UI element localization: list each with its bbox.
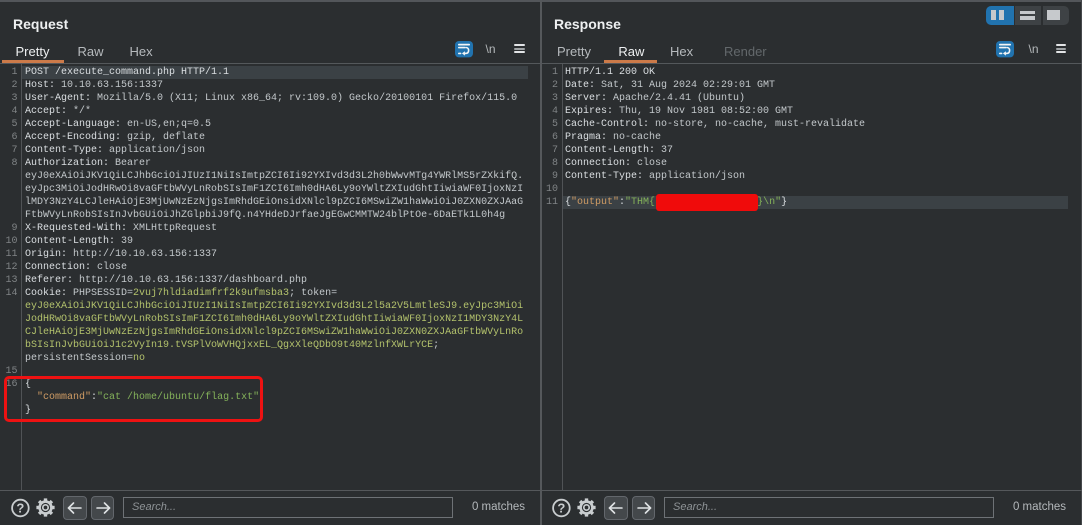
svg-text:?: ? <box>16 501 24 516</box>
svg-text:?: ? <box>557 501 565 516</box>
